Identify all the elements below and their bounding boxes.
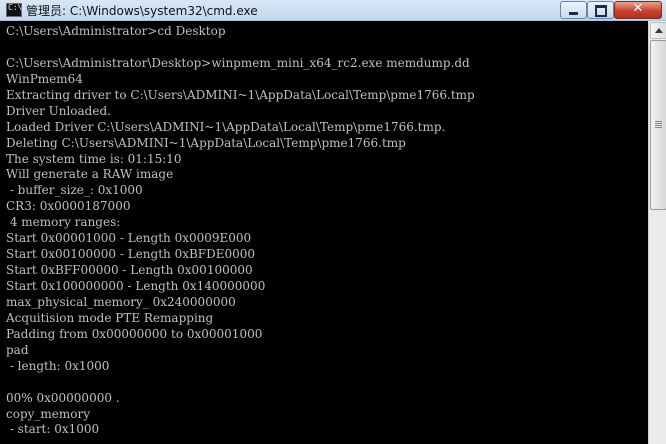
scroll-up-button[interactable]: [650, 22, 666, 39]
grip-icon: [655, 121, 662, 128]
window-title: 管理员: C:\Windows\system32\cmd.exe: [26, 4, 258, 18]
maximize-icon: [595, 5, 607, 17]
console-line: Start 0x00100000 - Length 0xBFDE0000: [6, 247, 256, 262]
title-bar[interactable]: C:\ 管理员: C:\Windows\system32\cmd.exe ✕: [0, 0, 666, 21]
console-line: Extracting driver to C:\Users\ADMINI~1\A…: [6, 87, 475, 102]
console-line: C:\Users\Administrator\Desktop>winpmem_m…: [6, 55, 470, 70]
console-line: The system time is: 01:15:10: [6, 151, 182, 166]
vertical-scrollbar[interactable]: [648, 21, 666, 444]
cmd-icon[interactable]: C:\: [6, 3, 22, 17]
console-line: CR3: 0x0000187000: [6, 199, 131, 214]
close-icon: ✕: [632, 1, 644, 16]
console-line: 4 memory ranges:: [6, 215, 121, 230]
console-line: Will generate a RAW image: [6, 167, 174, 182]
console-line: - length: 0x1000: [6, 358, 110, 373]
console-line: Loaded Driver C:\Users\ADMINI~1\AppData\…: [6, 119, 446, 134]
console-line: Padding from 0x00000000 to 0x00001000: [6, 326, 263, 341]
console-line: Driver Unloaded.: [6, 103, 111, 118]
console-line: - buffer_size_: 0x1000: [6, 183, 143, 198]
cmd-icon-glyph: C:\: [8, 3, 23, 12]
cmd-window: C:\ 管理员: C:\Windows\system32\cmd.exe ✕ C…: [0, 0, 666, 444]
console-line: Start 0x00001000 - Length 0x0009E000: [6, 231, 252, 246]
console-line: Acquitision mode PTE Remapping: [6, 310, 214, 325]
console-line: max_physical_memory_ 0x240000000: [6, 294, 236, 309]
console-line: copy_memory: [6, 406, 91, 421]
minimize-button[interactable]: [560, 1, 587, 19]
arrow-up-icon: [655, 28, 663, 33]
close-button[interactable]: ✕: [614, 1, 662, 19]
console-lines: C:\Users\Administrator>cd Desktop C:\User…: [6, 24, 475, 438]
console-line: Start 0x100000000 - Length 0x140000000: [6, 279, 266, 293]
console-line: - start: 0x1000: [6, 422, 100, 437]
console-line: 00% 0x00000000 .: [6, 390, 120, 405]
console-output[interactable]: C:\Users\Administrator>cd Desktop C:\User…: [0, 21, 648, 444]
console-line: WinPmem64: [6, 71, 83, 86]
console-line: pad: [6, 342, 29, 357]
console-line: Deleting C:\Users\ADMINI~1\AppData\Local…: [6, 135, 406, 150]
console-line: C:\Users\Administrator>cd Desktop: [6, 24, 226, 38]
scroll-thumb[interactable]: [650, 40, 666, 210]
maximize-button[interactable]: [587, 1, 614, 19]
minimize-icon: [569, 12, 578, 15]
console-line: Start 0xBFF00000 - Length 0x00100000: [6, 263, 253, 278]
